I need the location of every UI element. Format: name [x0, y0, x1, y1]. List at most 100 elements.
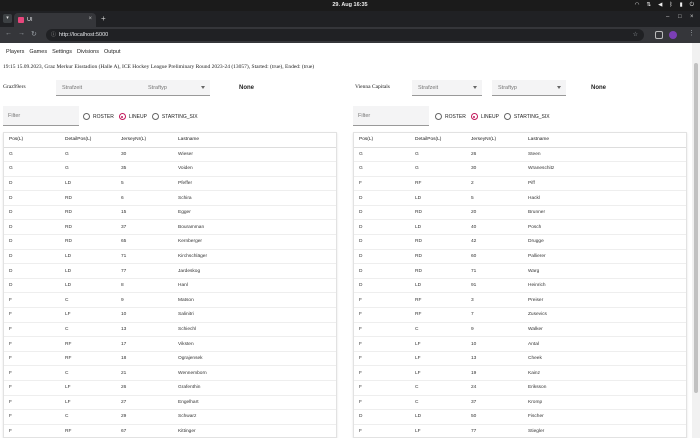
nav-output[interactable]: Output [104, 49, 121, 55]
column-header-detailpos[interactable]: DetailPos(L) [60, 133, 116, 148]
table-row[interactable]: F C 9 Walker [354, 322, 686, 338]
table-row[interactable]: G G 30 Wraneschitz [354, 161, 686, 177]
column-header-lastname[interactable]: Lastname [523, 133, 686, 148]
column-header-detailpos[interactable]: DetailPos(L) [410, 133, 466, 148]
close-tab-icon[interactable]: × [88, 16, 92, 22]
column-header-pos[interactable]: Pos(L) [4, 133, 60, 148]
table-row[interactable]: G G 26 Steen [354, 147, 686, 163]
cell-jersey: 5 [466, 190, 523, 206]
table-row[interactable]: G G 30 Wieser [4, 147, 336, 163]
penalty-type-select[interactable]: Straftyp [142, 80, 210, 96]
power-icon[interactable]: ⏻ [690, 2, 694, 9]
table-row[interactable]: F RF 3 Preiser [354, 292, 686, 309]
bluetooth-icon[interactable]: ᛒ [669, 2, 672, 9]
select-placeholder: Strafzeit [62, 85, 83, 91]
table-row[interactable]: D LD 71 Kirchschläger [4, 249, 336, 265]
table-row[interactable]: F LF 10 Antal [354, 336, 686, 352]
radio-off-icon [503, 113, 511, 120]
table-row[interactable]: D RD 60 Pallierer [354, 249, 686, 265]
radio-lineup[interactable]: LINEUP [118, 113, 147, 120]
column-header-jersey[interactable]: JerseyNr(L) [116, 133, 173, 148]
nav-games[interactable]: Games [29, 49, 47, 55]
penalty-type-select[interactable]: Straftyp [492, 80, 566, 96]
table-row[interactable]: F LF 77 Stiegler [354, 424, 686, 437]
os-clock[interactable]: 29. Aug 16:35 [0, 2, 700, 8]
table-row[interactable]: F LF 19 Kainz [354, 365, 686, 381]
cell-lastname: Heinrich [523, 278, 686, 294]
url-field[interactable]: ⓘ http://localhost:5000 ☆ [46, 29, 644, 41]
network-icon[interactable]: ⇅ [646, 2, 651, 9]
cell-jersey: 77 [466, 424, 523, 437]
table-row[interactable]: F RF 2 Piff [354, 176, 686, 192]
table-row[interactable]: F C 21 Wennemborn [4, 365, 336, 381]
table-row[interactable]: D RD 65 Kernberger [4, 234, 336, 250]
close-window-icon[interactable]: × [690, 14, 694, 20]
radio-roster[interactable]: ROSTER [83, 113, 114, 120]
maximize-icon[interactable]: □ [678, 14, 682, 20]
table-row[interactable]: F LF 13 Cheek [354, 351, 686, 367]
cell-pos: D [4, 190, 60, 206]
table-row[interactable]: F RF 17 Viksten [4, 336, 336, 352]
battery-icon[interactable]: ▮ [680, 2, 683, 9]
table-row[interactable]: D RD 15 Egger [4, 205, 336, 221]
table-row[interactable]: F C 37 Kromp [354, 395, 686, 411]
radio-roster[interactable]: ROSTER [435, 113, 466, 120]
column-header-pos[interactable]: Pos(L) [354, 133, 410, 148]
nav-divisions[interactable]: Divisions [77, 49, 99, 55]
table-row[interactable]: F RF 7 Zusevics [354, 307, 686, 323]
table-row[interactable]: D LD 8 Hanl [4, 278, 336, 294]
extension-icon[interactable] [655, 31, 663, 39]
filter-input[interactable]: Filter [353, 106, 429, 126]
page-scrollbar[interactable] [692, 43, 700, 438]
reload-icon[interactable]: ↻ [31, 30, 37, 38]
table-row[interactable]: F C 29 Schwarz [4, 409, 336, 425]
table-row[interactable]: F LF 26 Grafenthin [4, 380, 336, 396]
table-row[interactable]: D LD 50 Fischer [354, 409, 686, 425]
cell-jersey: 7 [466, 307, 523, 323]
site-info-icon[interactable]: ⓘ [51, 31, 56, 38]
table-row[interactable]: D LD 77 Jardeskog [4, 263, 336, 279]
table-row[interactable]: D RD 71 Warg [354, 263, 686, 279]
table-row[interactable]: F C 9 Matson [4, 292, 336, 309]
cell-pos: D [354, 263, 410, 279]
table-row[interactable]: D RD 6 Schira [4, 190, 336, 206]
cell-detailpos: G [410, 161, 466, 177]
browser-tab[interactable]: UI × [14, 13, 96, 27]
table-row[interactable]: D RD 37 Bouramman [4, 219, 336, 236]
column-header-lastname[interactable]: Lastname [173, 133, 336, 148]
tab-search-icon[interactable]: ▾ [3, 14, 12, 23]
table-row[interactable]: D RD 20 Brunner [354, 205, 686, 221]
browser-menu-icon[interactable]: ⋮ [688, 29, 695, 37]
table-row[interactable]: F C 13 Schiechl [4, 322, 336, 338]
table-row[interactable]: F LF 10 Salinitri [4, 307, 336, 323]
radio-lineup[interactable]: LINEUP [470, 113, 499, 120]
nav-players[interactable]: Players [6, 49, 24, 55]
table-row[interactable]: F RF 67 Kittinger [4, 424, 336, 437]
table-row[interactable]: G G 35 Voiden [4, 161, 336, 177]
column-header-jersey[interactable]: JerseyNr(L) [466, 133, 523, 148]
new-tab-icon[interactable]: + [101, 14, 106, 23]
url-text[interactable]: http://localhost:5000 [59, 32, 108, 38]
forward-icon[interactable]: → [18, 30, 25, 37]
table-row[interactable]: F RF 18 Ograjensek [4, 351, 336, 367]
table-row[interactable]: F LF 27 Engelhart [4, 395, 336, 411]
cell-detailpos: LF [60, 307, 116, 323]
profile-avatar[interactable] [669, 31, 677, 39]
table-row[interactable]: F C 24 Eriksson [354, 380, 686, 396]
wifi-icon[interactable]: ◠ [635, 2, 640, 9]
table-row[interactable]: D RD 42 Drugge [354, 234, 686, 250]
table-row[interactable]: D LD 5 Hackl [354, 190, 686, 206]
scrollbar-thumb[interactable] [694, 63, 698, 393]
volume-icon[interactable]: ◀ [658, 2, 662, 9]
filter-input[interactable]: Filter [3, 106, 79, 126]
penalty-time-select[interactable]: Strafzeit [412, 80, 482, 96]
bookmark-star-icon[interactable]: ☆ [633, 31, 638, 38]
table-row[interactable]: D LD 40 Posch [354, 219, 686, 236]
minimize-icon[interactable]: – [666, 14, 669, 20]
nav-settings[interactable]: Settings [52, 49, 72, 55]
radio-starting-six[interactable]: STARTING_SIX [503, 113, 550, 120]
table-row[interactable]: D LD 5 Pfeffer [4, 176, 336, 192]
table-row[interactable]: D LD 91 Heinrich [354, 278, 686, 294]
back-icon[interactable]: ← [5, 30, 12, 37]
radio-starting-six[interactable]: STARTING_SIX [151, 113, 198, 120]
